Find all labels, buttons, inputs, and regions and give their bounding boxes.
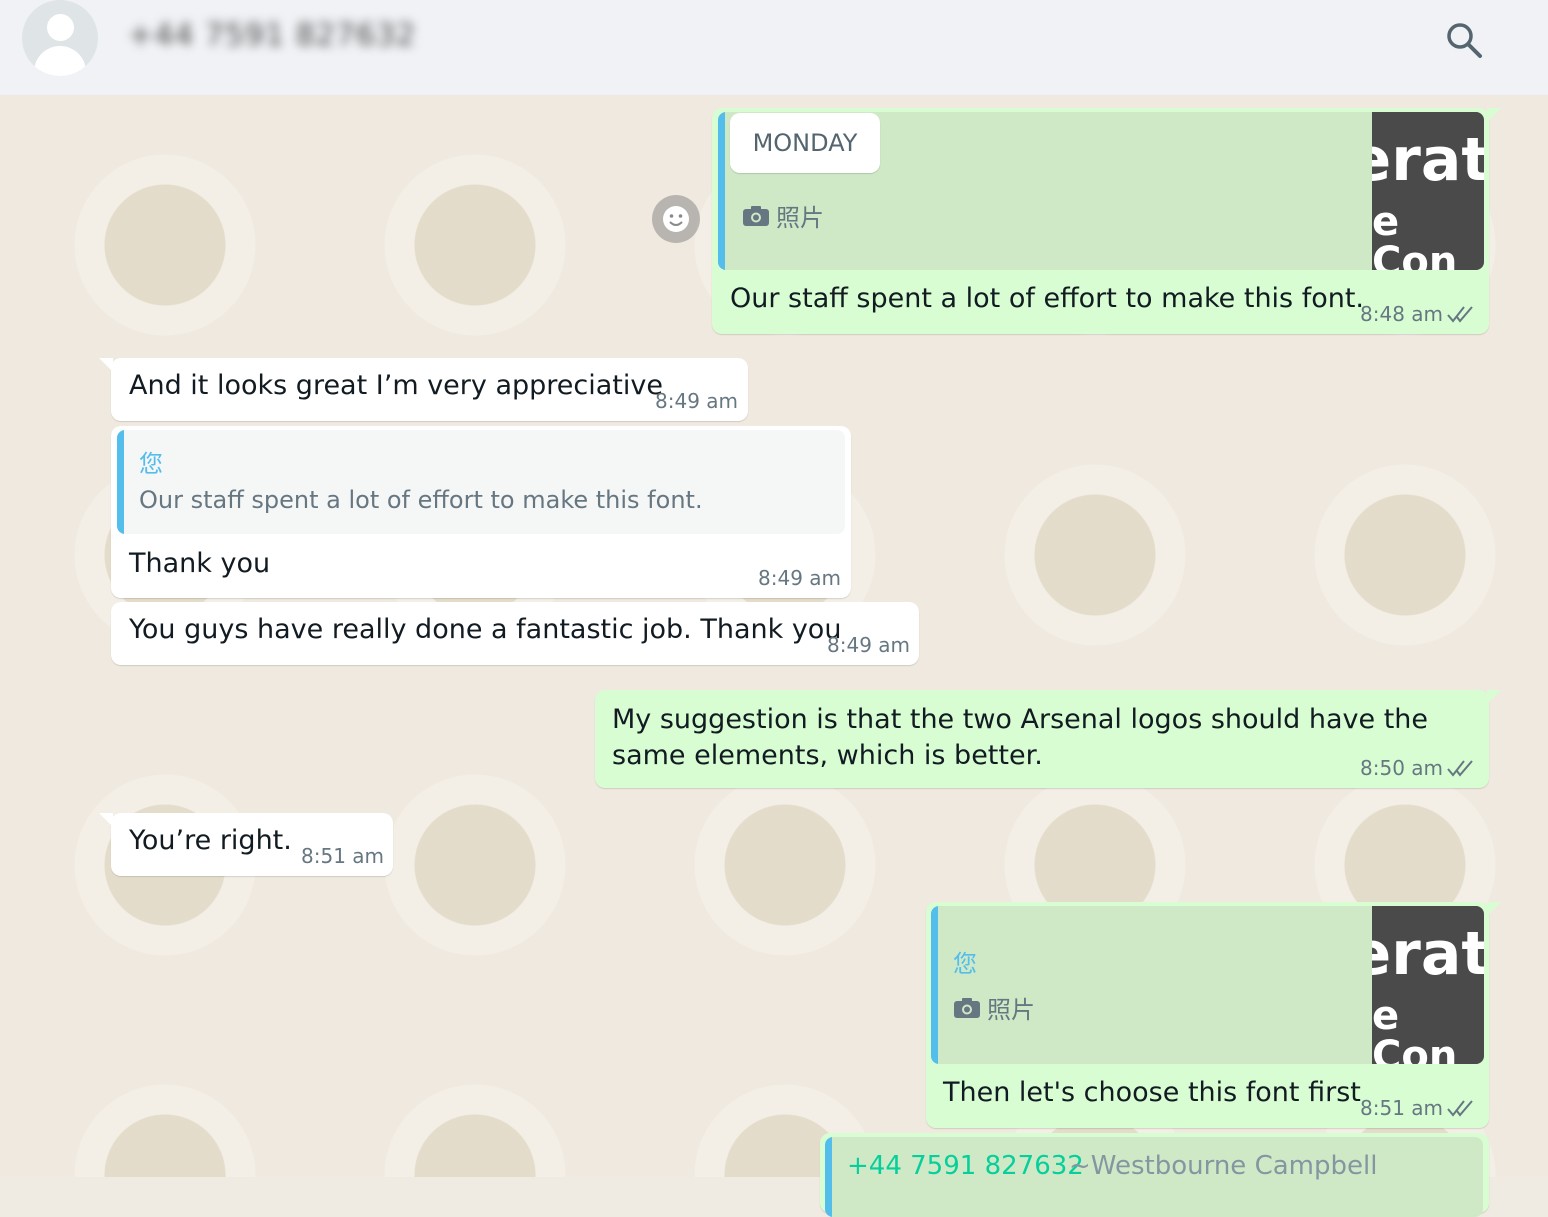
search-icon[interactable]	[1444, 20, 1484, 60]
message-time: 8:51 am	[1360, 1096, 1444, 1120]
message-text: Our staff spent a lot of effort to make …	[730, 283, 1365, 314]
thumb-text-line1: erat	[1372, 919, 1484, 989]
quote-thumbnail[interactable]: erat e Con	[1372, 906, 1484, 1064]
double-check-icon	[1447, 306, 1473, 323]
message-incoming[interactable]: You guys have really done a fantastic jo…	[111, 602, 919, 665]
quote-bar	[718, 112, 725, 270]
message-time: 8:48 am	[1360, 302, 1444, 326]
quote-author: 您	[953, 950, 977, 978]
quoted-message[interactable]: 您 照片 erat e Con	[931, 906, 1484, 1064]
message-time: 8:49 am	[758, 566, 842, 590]
quote-thumbnail[interactable]: erat e Con	[1372, 112, 1484, 270]
double-check-icon	[1447, 760, 1473, 777]
message-outgoing[interactable]: +44 7591 827632 ~Westbourne Campbell	[820, 1133, 1489, 1217]
quote-bar	[931, 906, 938, 1064]
thumb-text-line2: e Con	[1372, 199, 1458, 270]
thumb-text-line2: e Con	[1372, 993, 1458, 1064]
quote-author: 您	[139, 450, 163, 478]
smiley-icon	[663, 206, 689, 232]
chat-header: +44 7591 827632	[0, 0, 1548, 96]
message-time: 8:49 am	[655, 389, 739, 413]
message-text: You guys have really done a fantastic jo…	[129, 614, 842, 645]
message-incoming[interactable]: 您 Our staff spent a lot of effort to mak…	[111, 426, 851, 598]
message-incoming[interactable]: You’re right. 8:51 am	[99, 813, 393, 876]
double-check-icon	[1447, 1100, 1473, 1117]
message-incoming[interactable]: And it looks great I’m very appreciative…	[99, 358, 748, 421]
reaction-button[interactable]	[652, 195, 700, 243]
quoted-message[interactable]: 您 Our staff spent a lot of effort to mak…	[117, 430, 845, 534]
quoted-message[interactable]: +44 7591 827632 ~Westbourne Campbell	[825, 1137, 1483, 1217]
message-text: And it looks great I’m very appreciative	[129, 370, 663, 401]
thumb-text-line1: erat	[1372, 125, 1484, 195]
avatar-body	[34, 46, 86, 76]
message-text: My suggestion is that the two Arsenal lo…	[612, 704, 1429, 771]
contact-name[interactable]: +44 7591 827632	[128, 18, 416, 53]
quote-media-label: 照片	[776, 204, 824, 232]
contact-avatar[interactable]	[22, 0, 98, 76]
message-outgoing[interactable]: 您 照片 erat e Con Then let's choose this f…	[926, 902, 1501, 1128]
message-text: Then let's choose this font first	[943, 1077, 1361, 1108]
quote-bar	[825, 1137, 832, 1217]
quote-media-label: 照片	[987, 996, 1035, 1024]
camera-icon	[743, 205, 769, 226]
camera-icon	[954, 997, 980, 1018]
quote-text: Our staff spent a lot of effort to make …	[139, 486, 703, 514]
quote-media-row: 照片	[742, 198, 824, 233]
message-text: You’re right.	[129, 825, 292, 856]
quote-bar	[117, 430, 124, 534]
message-time: 8:49 am	[827, 633, 911, 657]
avatar-head	[47, 14, 74, 41]
message-outgoing[interactable]: My suggestion is that the two Arsenal lo…	[595, 690, 1501, 788]
message-time: 8:51 am	[301, 844, 385, 868]
message-time: 8:50 am	[1360, 756, 1444, 780]
quote-media-row: 照片	[953, 990, 1035, 1025]
day-separator: MONDAY	[730, 113, 880, 173]
message-text: Thank you	[129, 548, 271, 579]
